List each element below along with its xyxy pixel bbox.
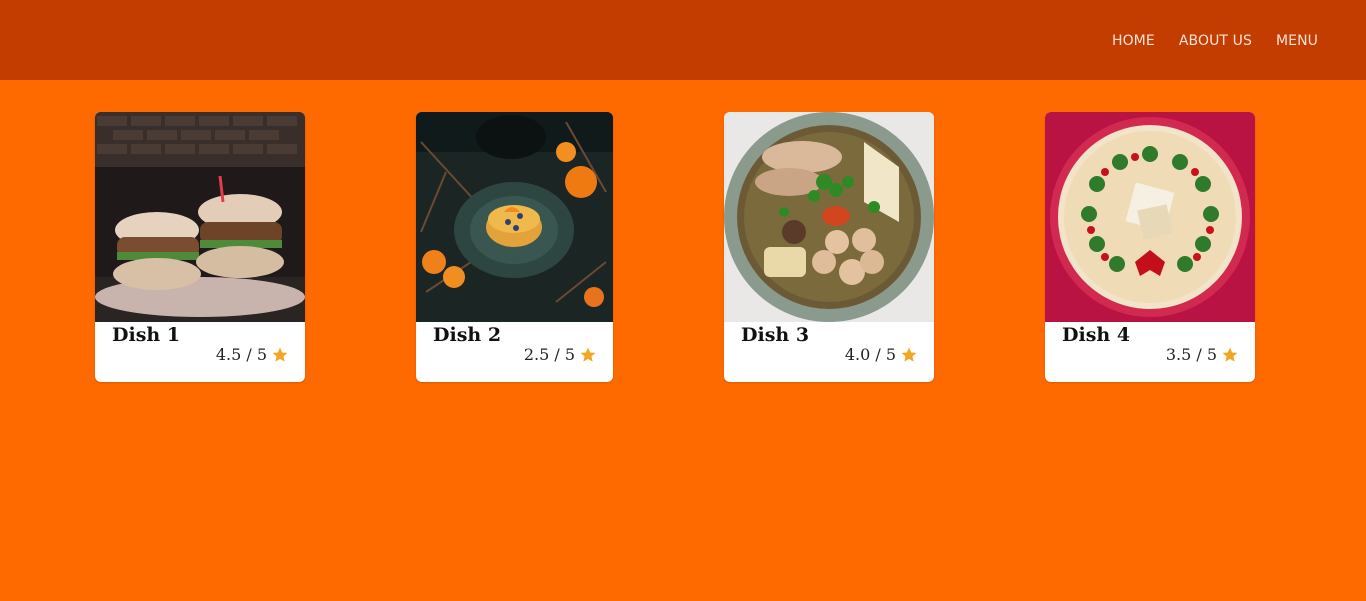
dish-card-3[interactable]: Dish 3 4.0 / 5: [724, 112, 934, 382]
star-icon: [901, 347, 917, 362]
dish-4-rating: 3.5 / 5: [1166, 345, 1239, 365]
star-icon: [580, 347, 596, 362]
dish-2-rating: 2.5 / 5: [524, 345, 597, 365]
main-nav: HOME ABOUT US MENU: [1112, 33, 1318, 49]
dish-2-image: [416, 112, 613, 322]
star-icon: [1222, 347, 1238, 362]
dish-1-rating-text: 4.5 / 5: [215, 345, 267, 364]
dish-4-image: [1045, 112, 1255, 322]
dish-4-rating-text: 3.5 / 5: [1165, 345, 1217, 364]
dish-3-title: Dish 3: [741, 324, 810, 346]
star-icon: [272, 347, 288, 362]
dish-1-title: Dish 1: [112, 324, 181, 346]
dish-1-image: [95, 112, 305, 322]
dish-card-1[interactable]: Dish 1 4.5 / 5: [95, 112, 305, 382]
dish-card-2[interactable]: Dish 2 2.5 / 5: [416, 112, 613, 382]
dish-1-rating: 4.5 / 5: [216, 345, 289, 365]
dish-3-rating-text: 4.0 / 5: [844, 345, 896, 364]
top-navbar: HOME ABOUT US MENU: [0, 0, 1366, 80]
nav-home-link[interactable]: HOME: [1112, 33, 1155, 49]
dish-card-4[interactable]: Dish 4 3.5 / 5: [1045, 112, 1255, 382]
dish-2-rating-text: 2.5 / 5: [523, 345, 575, 364]
dish-3-image: [724, 112, 934, 322]
nav-menu-link[interactable]: MENU: [1276, 33, 1318, 49]
dish-2-title: Dish 2: [433, 324, 502, 346]
dish-3-rating: 4.0 / 5: [845, 345, 918, 365]
dish-4-title: Dish 4: [1062, 324, 1131, 346]
nav-about-us-link[interactable]: ABOUT US: [1179, 33, 1252, 49]
